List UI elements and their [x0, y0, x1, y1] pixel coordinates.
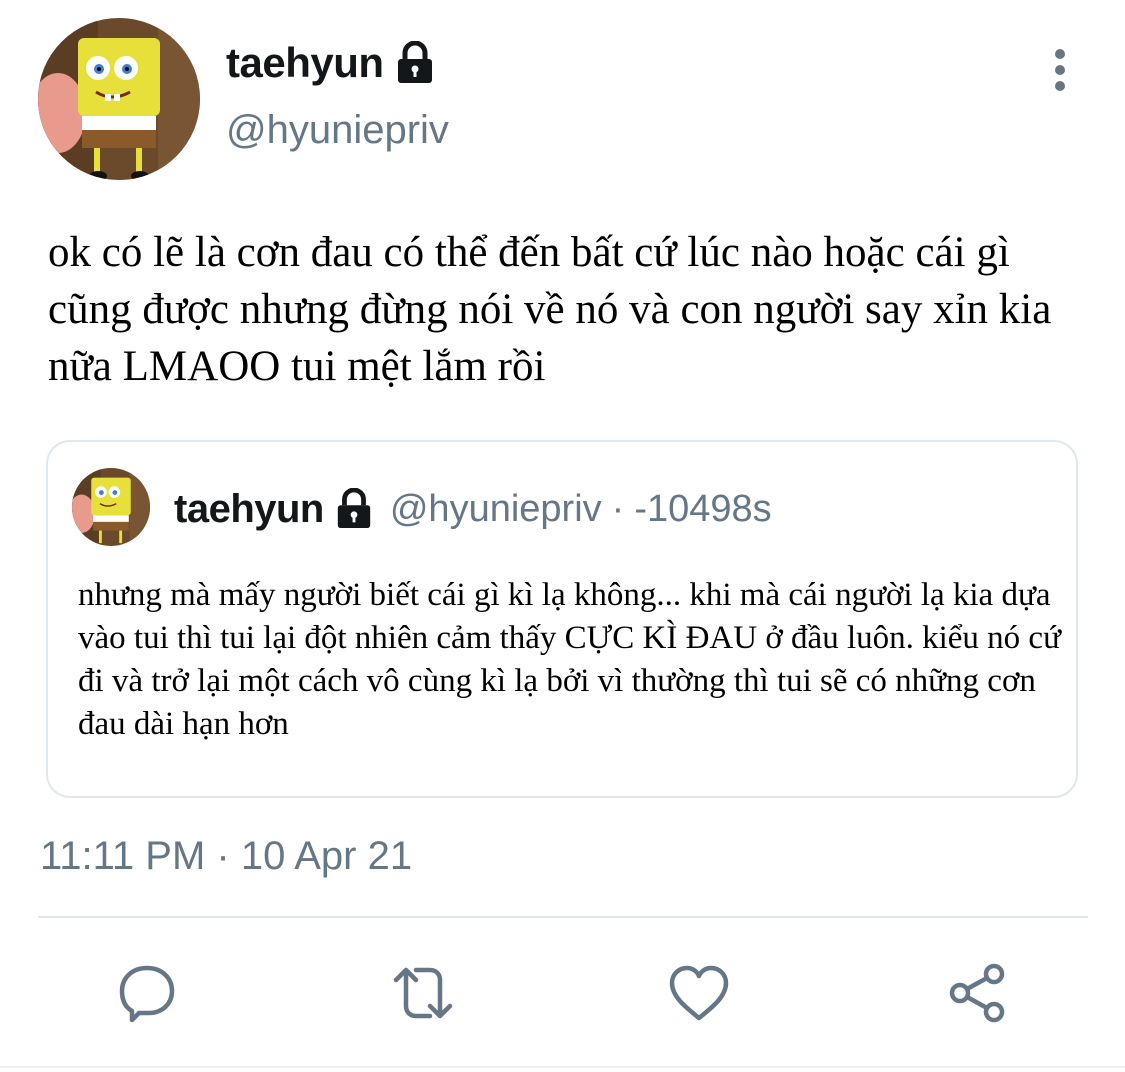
quoted-header-separator: ·	[611, 487, 625, 530]
reply-icon	[119, 965, 175, 1023]
share-icon	[949, 963, 1005, 1023]
lock-icon	[334, 487, 374, 530]
author-name-row: taehyun	[226, 36, 436, 90]
heart-icon	[669, 965, 729, 1021]
bottom-divider	[0, 1066, 1125, 1068]
quoted-tweet-text: nhưng mà mấy người biết cái gì kì lạ khô…	[78, 577, 1061, 742]
quoted-author-display-name: taehyun	[174, 486, 324, 531]
quoted-author-handle: @hyuniepriv	[389, 487, 602, 530]
spongebob-avatar-icon	[38, 18, 200, 180]
tweet-timestamp[interactable]: 11:11 PM · 10 Apr 21	[40, 834, 412, 879]
spongebob-avatar-icon	[72, 468, 150, 546]
quoted-tweet-time: -10498s	[634, 487, 772, 530]
quoted-tweet-card[interactable]: taehyun @hyuniepriv · -10498s nhưng mà m…	[46, 440, 1078, 798]
divider	[38, 916, 1088, 918]
like-button[interactable]	[664, 958, 734, 1028]
author-display-name[interactable]: taehyun	[226, 39, 384, 87]
author-handle[interactable]: @hyuniepriv	[226, 108, 449, 153]
quoted-tweet-header: taehyun @hyuniepriv · -10498s	[174, 484, 772, 534]
more-vertical-icon[interactable]	[1040, 46, 1080, 96]
tweet-action-bar	[0, 958, 1125, 1028]
reply-button[interactable]	[112, 958, 182, 1028]
retweet-icon	[393, 967, 453, 1019]
tweet-text: ok có lẽ là cơn đau có thể đến bất cứ lú…	[48, 229, 1052, 390]
retweet-button[interactable]	[388, 958, 458, 1028]
quoted-author-avatar	[72, 468, 150, 546]
share-button[interactable]	[942, 958, 1012, 1028]
lock-icon	[394, 40, 436, 85]
author-avatar[interactable]	[38, 18, 200, 180]
